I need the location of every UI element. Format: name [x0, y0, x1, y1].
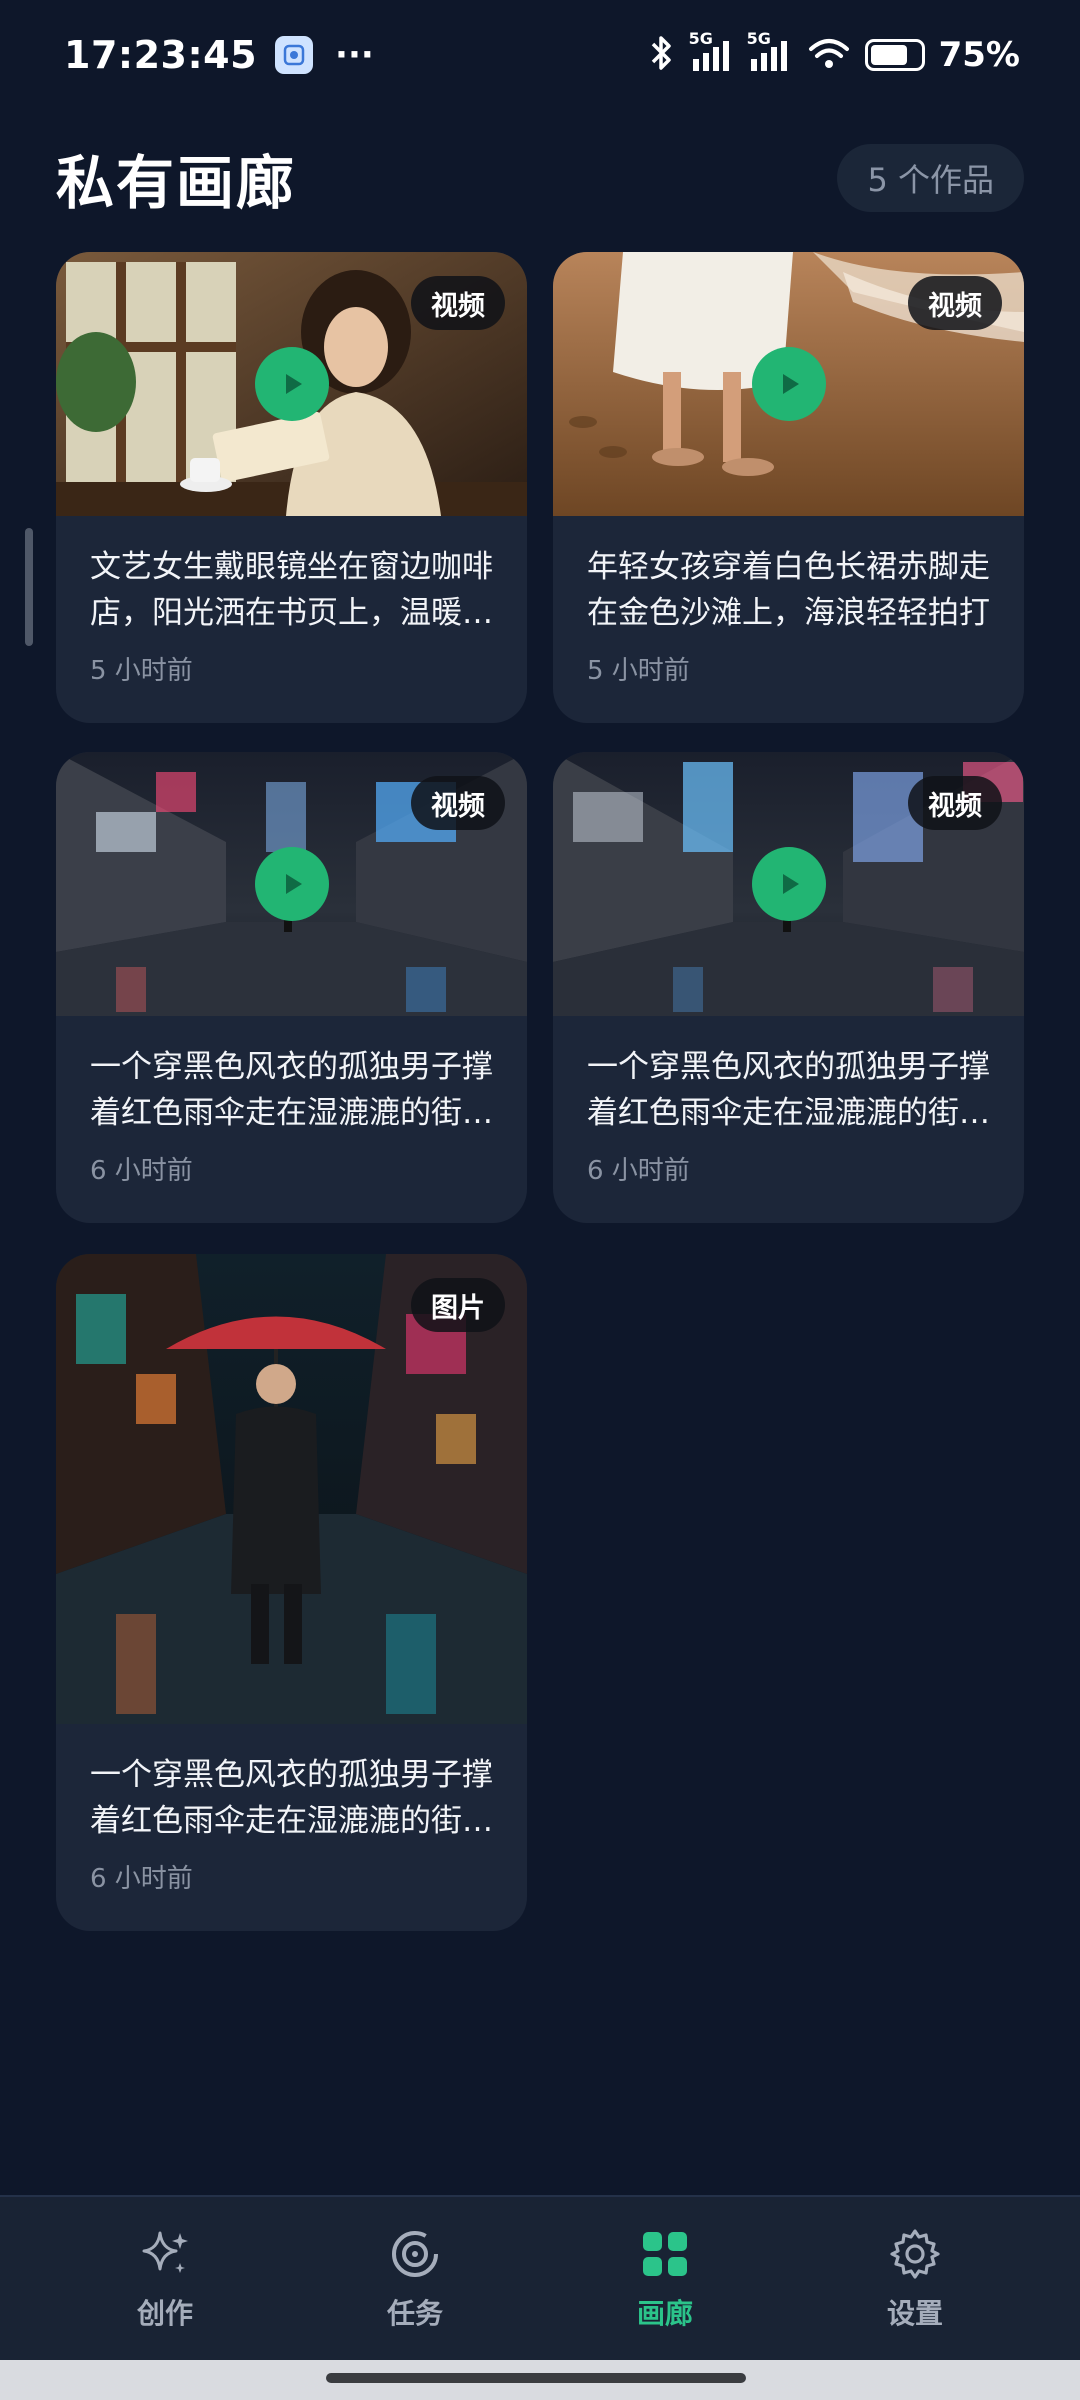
play-button[interactable]: [751, 347, 826, 421]
battery-icon: [864, 39, 925, 71]
status-left: 17:23:45 ···: [64, 33, 374, 77]
page-title: 私有画廊: [56, 149, 297, 217]
card-thumbnail: 视频: [56, 752, 527, 1016]
gallery-card[interactable]: 视频 年轻女孩穿着白色长裙赤脚走在金色沙滩上，海浪轻轻拍打 5 小时前: [553, 252, 1024, 723]
play-button[interactable]: [751, 847, 826, 921]
network-label-2: 5G: [746, 29, 771, 48]
nav-item-tasks[interactable]: 任务: [325, 2226, 505, 2332]
card-title: 年轻女孩穿着白色长裙赤脚走在金色沙滩上，海浪轻轻拍打: [587, 549, 990, 631]
play-icon: [782, 374, 799, 394]
play-button[interactable]: [254, 847, 329, 921]
media-type-badge: 视频: [411, 776, 505, 830]
nav-label-create: 创作: [136, 2296, 193, 2330]
card-thumbnail: 图片: [56, 1254, 527, 1724]
card-title: 一个穿黑色风衣的孤独男子撑着红色雨伞走在湿漉漉的街道上: [90, 1757, 493, 1839]
gear-icon: [887, 2226, 943, 2282]
nav-item-gallery[interactable]: 画廊: [575, 2226, 755, 2332]
card-thumbnail: 视频: [553, 252, 1024, 516]
card-title: 一个穿黑色风衣的孤独男子撑着红色雨伞走在湿漉漉的街道上: [587, 1049, 990, 1131]
status-right: 5G 5G 75%: [647, 29, 1020, 77]
media-type-badge: 视频: [908, 776, 1002, 830]
card-thumbnail: 视频: [56, 252, 527, 516]
card-timestamp: 5 小时前: [90, 656, 193, 686]
more-notifications-icon: ···: [335, 35, 374, 75]
card-thumbnail: 视频: [553, 752, 1024, 1016]
card-timestamp: 6 小时前: [90, 1864, 193, 1894]
play-icon: [285, 874, 302, 894]
gallery-card[interactable]: 视频 一个穿黑色风衣的孤独男子撑着红色雨伞走在湿漉漉的街道上 6 小时前: [553, 752, 1024, 1223]
status-time: 17:23:45: [64, 33, 258, 77]
play-icon: [285, 374, 302, 394]
play-icon: [782, 874, 799, 894]
wifi-icon: [807, 35, 851, 75]
app-notification-icon: [275, 36, 314, 74]
nav-label-tasks: 任务: [386, 2296, 443, 2330]
bluetooth-icon: [647, 33, 677, 77]
play-button[interactable]: [254, 347, 329, 421]
gallery-screen: 17:23:45 ··· 5G 5G 75% 私有画廊 5 个作品 视频 文艺女…: [0, 0, 1080, 2400]
grid-icon: [637, 2226, 693, 2282]
gallery-card[interactable]: 视频 文艺女生戴眼镜坐在窗边咖啡店，阳光洒在书页上，温暖的氛围 5 小时前: [56, 252, 527, 723]
card-info: 年轻女孩穿着白色长裙赤脚走在金色沙滩上，海浪轻轻拍打 5 小时前: [553, 516, 1024, 723]
card-info: 一个穿黑色风衣的孤独男子撑着红色雨伞走在湿漉漉的街道上 6 小时前: [553, 1016, 1024, 1223]
bottom-navigation: 创作 任务 画廊 设置: [0, 2195, 1080, 2360]
media-type-badge: 视频: [411, 276, 505, 330]
card-title: 一个穿黑色风衣的孤独男子撑着红色雨伞走在湿漉漉的街道上: [90, 1049, 493, 1131]
home-indicator[interactable]: [326, 2373, 746, 2383]
gallery-card[interactable]: 视频 一个穿黑色风衣的孤独男子撑着红色雨伞走在湿漉漉的街道上 6 小时前: [56, 752, 527, 1223]
signal-5g-icon-2: 5G: [747, 29, 793, 73]
battery-percent: 75%: [938, 35, 1020, 75]
media-type-badge: 视频: [908, 276, 1002, 330]
target-icon: [387, 2226, 443, 2282]
page-header: 私有画廊 5 个作品: [56, 138, 1024, 218]
nav-item-create[interactable]: 创作: [75, 2226, 255, 2332]
signal-5g-icon-1: 5G: [689, 29, 735, 73]
nav-label-settings: 设置: [886, 2296, 943, 2330]
scrollbar-thumb[interactable]: [25, 528, 33, 646]
card-timestamp: 6 小时前: [90, 1156, 193, 1186]
battery-level: [870, 45, 907, 65]
nav-label-gallery: 画廊: [636, 2296, 693, 2330]
nav-item-settings[interactable]: 设置: [825, 2226, 1005, 2332]
card-info: 一个穿黑色风衣的孤独男子撑着红色雨伞走在湿漉漉的街道上 6 小时前: [56, 1016, 527, 1223]
card-timestamp: 6 小时前: [587, 1156, 690, 1186]
works-count-badge: 5 个作品: [837, 144, 1024, 212]
card-timestamp: 5 小时前: [587, 656, 690, 686]
sparkle-icon: [137, 2226, 193, 2282]
media-type-badge: 图片: [411, 1278, 505, 1332]
card-info: 一个穿黑色风衣的孤独男子撑着红色雨伞走在湿漉漉的街道上 6 小时前: [56, 1724, 527, 1931]
card-info: 文艺女生戴眼镜坐在窗边咖啡店，阳光洒在书页上，温暖的氛围 5 小时前: [56, 516, 527, 723]
gallery-card[interactable]: 图片 一个穿黑色风衣的孤独男子撑着红色雨伞走在湿漉漉的街道上 6 小时前: [56, 1254, 527, 1931]
card-title: 文艺女生戴眼镜坐在窗边咖啡店，阳光洒在书页上，温暖的氛围: [90, 549, 493, 631]
network-label-1: 5G: [688, 29, 713, 48]
status-bar: 17:23:45 ··· 5G 5G 75%: [0, 0, 1080, 110]
